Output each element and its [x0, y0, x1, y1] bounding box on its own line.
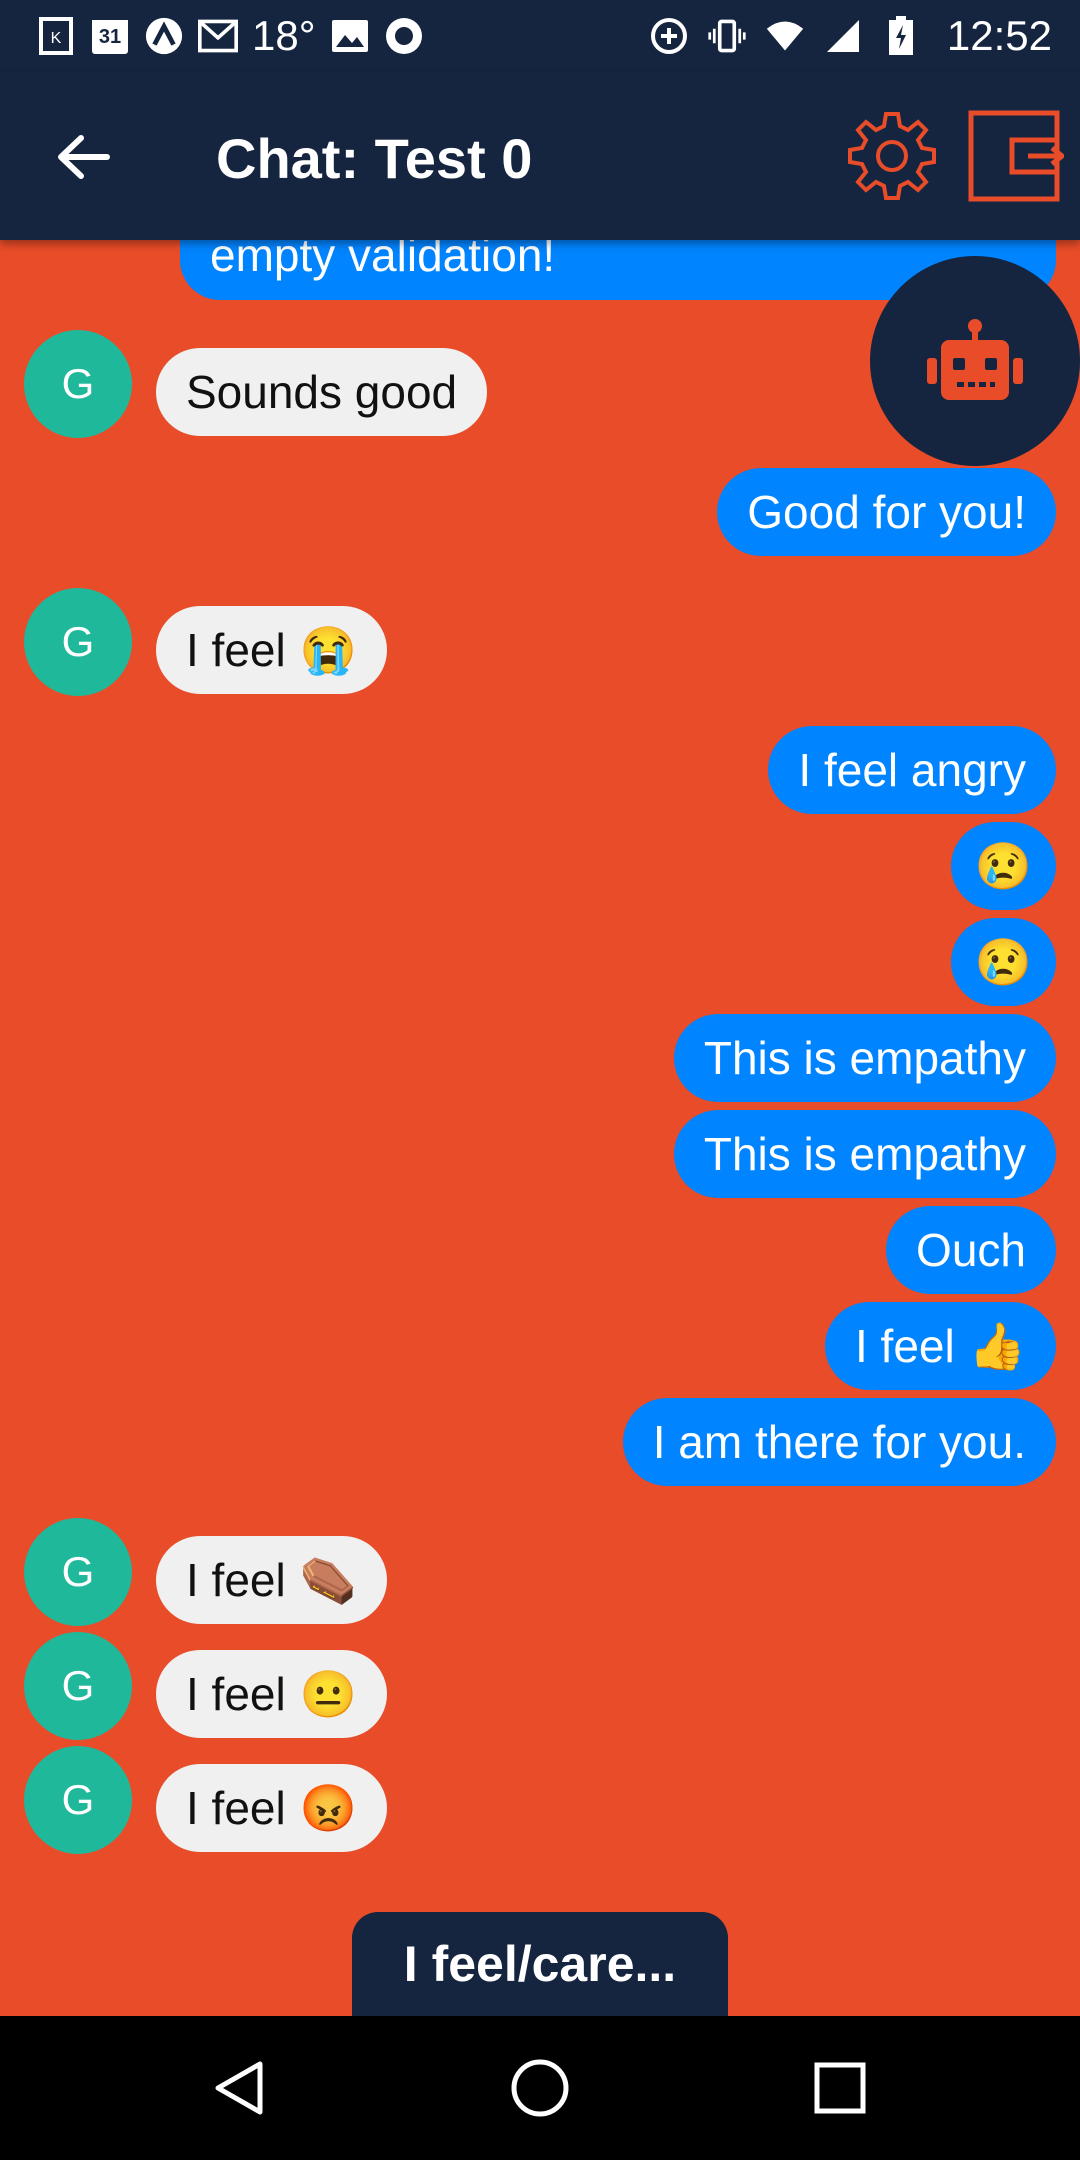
nav-back-icon	[215, 2061, 263, 2115]
wifi-icon	[765, 16, 805, 56]
data-saver-icon	[649, 16, 689, 56]
coffin-emoji: ⚰️	[299, 1553, 358, 1606]
message-text: I am there for you.	[652, 1416, 1026, 1468]
nav-recents-icon	[814, 2062, 866, 2114]
message-bubble: I feel 👍	[824, 1302, 1056, 1390]
avatar: G	[24, 1632, 132, 1740]
avatar-initial: G	[61, 618, 95, 665]
clock: 12:52	[946, 12, 1052, 59]
k-app-icon: K	[36, 16, 76, 56]
avatar-initial: G	[61, 1662, 95, 1709]
avatar-initial: G	[61, 1548, 95, 1595]
loudly-crying-face-emoji: 😭	[299, 623, 358, 676]
app-logo-icon	[144, 16, 184, 56]
message-bubble: This is empathy	[673, 1014, 1056, 1102]
nav-recents-button[interactable]	[804, 2052, 876, 2124]
status-bar-left: K 31 18°	[36, 10, 424, 62]
message-text: Sounds good	[186, 366, 458, 418]
record-icon	[384, 16, 424, 56]
thumbs-up-emoji: 👍	[968, 1319, 1026, 1372]
message-bubble: I feel 😐	[156, 1650, 388, 1738]
arrow-left-icon	[58, 135, 110, 179]
chat-area[interactable]: empty validation! G Sounds good Good for…	[0, 240, 1080, 2016]
message-text: I feel	[186, 1668, 286, 1720]
message-text: I feel	[186, 1782, 286, 1834]
logout-icon	[968, 110, 1067, 202]
message-bubble: I am there for you.	[622, 1398, 1056, 1486]
message-text: I feel	[186, 1554, 286, 1606]
message-text: I feel	[186, 624, 286, 676]
message-bubble: I feel 😭	[156, 606, 388, 694]
temperature: 18°	[252, 12, 316, 59]
message-bubble: This is empathy	[673, 1110, 1056, 1198]
message-text: Good for you!	[747, 486, 1026, 538]
svg-text:K: K	[51, 30, 62, 47]
gear-icon	[848, 112, 936, 200]
signal-icon	[823, 16, 863, 56]
calendar-icon: 31	[90, 16, 130, 56]
message-bubble: I feel angry	[768, 726, 1056, 814]
message-text: empty validation!	[210, 240, 556, 281]
calendar-day: 31	[98, 26, 122, 48]
image-icon	[330, 16, 370, 56]
battery-charging-icon	[881, 16, 921, 56]
message-bubble: Good for you!	[717, 468, 1056, 556]
crying-face-emoji: 😢	[974, 839, 1032, 892]
exit-button[interactable]	[968, 110, 1067, 202]
message-bubble: I feel ⚰️	[156, 1536, 388, 1624]
bot-button[interactable]	[870, 256, 1080, 466]
nav-home-icon	[511, 2059, 569, 2117]
avatar: G	[24, 330, 132, 438]
robot-icon	[927, 319, 1023, 400]
avatar-initial: G	[61, 360, 95, 407]
feel-care-button[interactable]: I feel/care...	[352, 1912, 728, 2016]
status-bar: K 31 18° 12:52	[0, 0, 1080, 72]
message-bubble: I feel 😡	[156, 1764, 388, 1852]
nav-back-button[interactable]	[204, 2052, 276, 2124]
crying-face-emoji: 😢	[974, 935, 1032, 988]
avatar: G	[24, 1518, 132, 1626]
status-bar-right: 12:52	[649, 10, 1052, 62]
message-bubble: 😢	[950, 822, 1056, 910]
app-bar: Chat: Test 0	[0, 72, 1080, 240]
nav-home-button[interactable]	[504, 2052, 576, 2124]
message-text: Ouch	[916, 1224, 1026, 1276]
nav-bar	[0, 2016, 1080, 2160]
settings-button[interactable]	[842, 106, 942, 206]
gmail-icon	[198, 16, 238, 56]
message-text: This is empathy	[703, 1128, 1026, 1180]
vibrate-icon	[707, 16, 747, 56]
message-text: This is empathy	[703, 1032, 1026, 1084]
message-text: I feel angry	[798, 744, 1026, 796]
neutral-face-emoji: 😐	[299, 1667, 358, 1720]
back-button[interactable]	[48, 122, 118, 192]
avatar: G	[24, 1746, 132, 1854]
angry-face-emoji: 😡	[299, 1781, 358, 1834]
avatar-initial: G	[61, 1776, 95, 1823]
avatar: G	[24, 588, 132, 696]
message-bubble: 😢	[950, 918, 1056, 1006]
page-title: Chat: Test 0	[216, 127, 533, 190]
message-bubble: Ouch	[886, 1206, 1056, 1294]
message-text: I feel	[854, 1320, 955, 1372]
message-bubble: Sounds good	[156, 348, 488, 436]
